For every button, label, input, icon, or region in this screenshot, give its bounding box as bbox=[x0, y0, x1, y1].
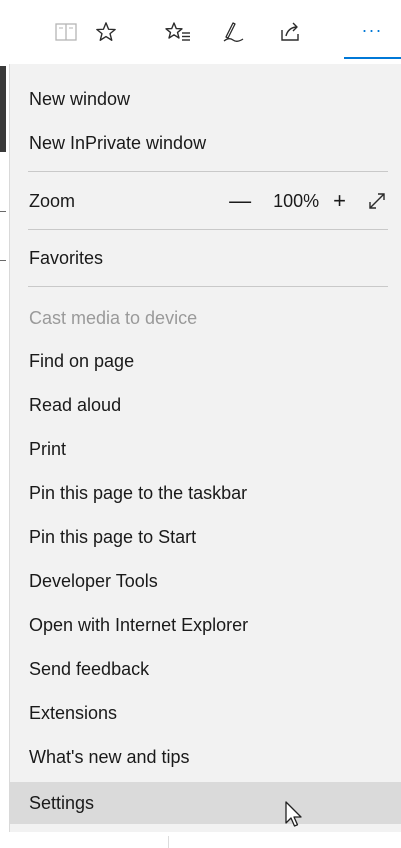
menu-item-read-aloud[interactable]: Read aloud bbox=[10, 384, 401, 426]
menu-item-pin-to-start[interactable]: Pin this page to Start bbox=[10, 516, 401, 558]
underlying-page-mark bbox=[0, 260, 6, 261]
menu-item-pin-to-taskbar[interactable]: Pin this page to the taskbar bbox=[10, 472, 401, 514]
menu-separator bbox=[28, 171, 388, 172]
menu-item-label: Extensions bbox=[29, 702, 118, 723]
menu-item-settings[interactable]: Settings bbox=[10, 782, 401, 824]
share-icon[interactable] bbox=[270, 12, 310, 52]
underlying-page-divider bbox=[168, 836, 169, 848]
menu-item-label: Pin this page to Start bbox=[29, 526, 197, 547]
zoom-in-button[interactable]: + bbox=[333, 188, 346, 214]
menu-item-new-inprivate-window[interactable]: New InPrivate window bbox=[10, 122, 401, 164]
menu-item-label: Print bbox=[29, 438, 67, 459]
underlying-page-mark bbox=[0, 211, 6, 212]
menu-item-whats-new[interactable]: What's new and tips bbox=[10, 736, 401, 778]
underlying-page-area bbox=[0, 832, 401, 848]
menu-item-label: Settings bbox=[29, 792, 95, 813]
reading-view-icon[interactable] bbox=[46, 12, 86, 52]
web-note-pen-icon[interactable] bbox=[214, 12, 254, 52]
menu-item-label: Open with Internet Explorer bbox=[29, 614, 249, 635]
favorites-hub-icon[interactable] bbox=[158, 12, 198, 52]
menu-item-label: Favorites bbox=[29, 247, 104, 268]
menu-separator bbox=[28, 286, 388, 287]
menu-item-label: Zoom bbox=[29, 190, 76, 211]
more-options-icon[interactable]: ··· bbox=[352, 12, 392, 52]
more-options-glyph: ··· bbox=[361, 20, 383, 40]
menu-item-favorites[interactable]: Favorites bbox=[10, 237, 401, 279]
menu-item-cast-media: Cast media to device bbox=[10, 297, 401, 339]
menu-item-send-feedback[interactable]: Send feedback bbox=[10, 648, 401, 690]
menu-item-label: Pin this page to the taskbar bbox=[29, 482, 248, 503]
menu-item-open-with-ie[interactable]: Open with Internet Explorer bbox=[10, 604, 401, 646]
zoom-level: 100% bbox=[273, 190, 320, 211]
menu-item-zoom: Zoom — 100% + bbox=[10, 180, 401, 222]
menu-item-label: Developer Tools bbox=[29, 570, 158, 591]
favorite-star-icon[interactable] bbox=[86, 12, 126, 52]
menu-item-extensions[interactable]: Extensions bbox=[10, 692, 401, 734]
menu-separator bbox=[28, 229, 388, 230]
zoom-controls: — 100% + bbox=[229, 180, 388, 222]
menu-item-label: Find on page bbox=[29, 350, 135, 371]
menu-item-label: New window bbox=[29, 88, 131, 109]
mouse-pointer-icon bbox=[284, 800, 304, 830]
menu-item-print[interactable]: Print bbox=[10, 428, 401, 470]
fullscreen-expand-icon[interactable] bbox=[366, 190, 388, 212]
menu-item-new-window[interactable]: New window bbox=[10, 78, 401, 120]
zoom-out-button[interactable]: — bbox=[229, 188, 251, 214]
menu-item-label: What's new and tips bbox=[29, 746, 190, 767]
menu-item-developer-tools[interactable]: Developer Tools bbox=[10, 560, 401, 602]
menu-item-label: Read aloud bbox=[29, 394, 122, 415]
active-button-underline bbox=[344, 57, 401, 59]
menu-item-label: New InPrivate window bbox=[29, 132, 207, 153]
menu-item-find-on-page[interactable]: Find on page bbox=[10, 340, 401, 382]
underlying-page-edge bbox=[0, 66, 6, 152]
browser-window: ··· New window New InPrivate window Zoom… bbox=[0, 0, 401, 848]
menu-item-label: Send feedback bbox=[29, 658, 150, 679]
menu-item-label: Cast media to device bbox=[29, 307, 198, 328]
browser-toolbar: ··· bbox=[0, 0, 401, 64]
settings-and-more-menu: New window New InPrivate window Zoom — 1… bbox=[9, 64, 401, 832]
